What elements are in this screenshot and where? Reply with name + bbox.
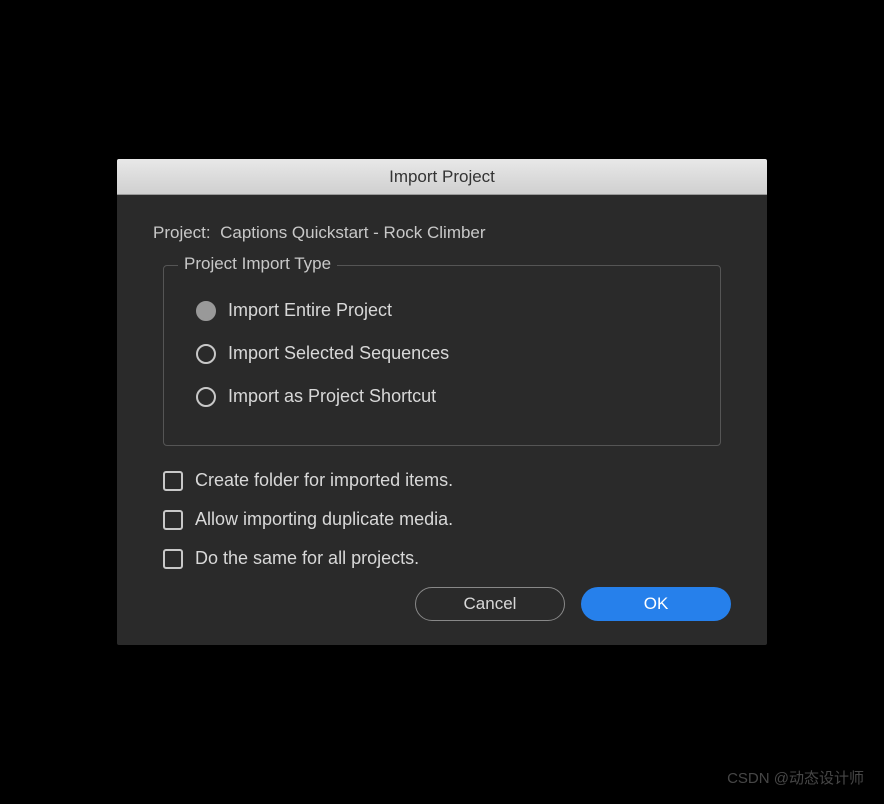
watermark: CSDN @动态设计师: [727, 767, 864, 788]
checkbox-label: Create folder for imported items.: [195, 470, 453, 491]
import-project-dialog: Import Project Project: Captions Quickst…: [117, 159, 767, 645]
checkbox-icon: [163, 471, 183, 491]
project-line: Project: Captions Quickstart - Rock Clim…: [153, 223, 731, 243]
ok-button[interactable]: OK: [581, 587, 731, 621]
checkbox-create-folder[interactable]: Create folder for imported items.: [163, 470, 731, 491]
radio-import-selected-sequences[interactable]: Import Selected Sequences: [196, 339, 696, 368]
radio-icon: [196, 387, 216, 407]
checkbox-icon: [163, 549, 183, 569]
radio-label: Import Entire Project: [228, 300, 392, 321]
radio-label: Import Selected Sequences: [228, 343, 449, 364]
project-name: Captions Quickstart - Rock Climber: [220, 223, 485, 242]
checkbox-label: Allow importing duplicate media.: [195, 509, 453, 530]
radio-icon: [196, 301, 216, 321]
radio-label: Import as Project Shortcut: [228, 386, 436, 407]
import-type-legend: Project Import Type: [178, 254, 337, 274]
project-label: Project:: [153, 223, 211, 242]
dialog-buttons: Cancel OK: [153, 587, 731, 621]
checkbox-allow-duplicate[interactable]: Allow importing duplicate media.: [163, 509, 731, 530]
cancel-button[interactable]: Cancel: [415, 587, 565, 621]
radio-import-as-shortcut[interactable]: Import as Project Shortcut: [196, 382, 696, 411]
dialog-title: Import Project: [389, 167, 495, 187]
checkbox-icon: [163, 510, 183, 530]
checkbox-same-for-all[interactable]: Do the same for all projects.: [163, 548, 731, 569]
radio-import-entire-project[interactable]: Import Entire Project: [196, 296, 696, 325]
import-type-fieldset: Project Import Type Import Entire Projec…: [163, 265, 721, 446]
checkbox-label: Do the same for all projects.: [195, 548, 419, 569]
radio-icon: [196, 344, 216, 364]
dialog-content: Project: Captions Quickstart - Rock Clim…: [117, 195, 767, 645]
dialog-titlebar: Import Project: [117, 159, 767, 195]
